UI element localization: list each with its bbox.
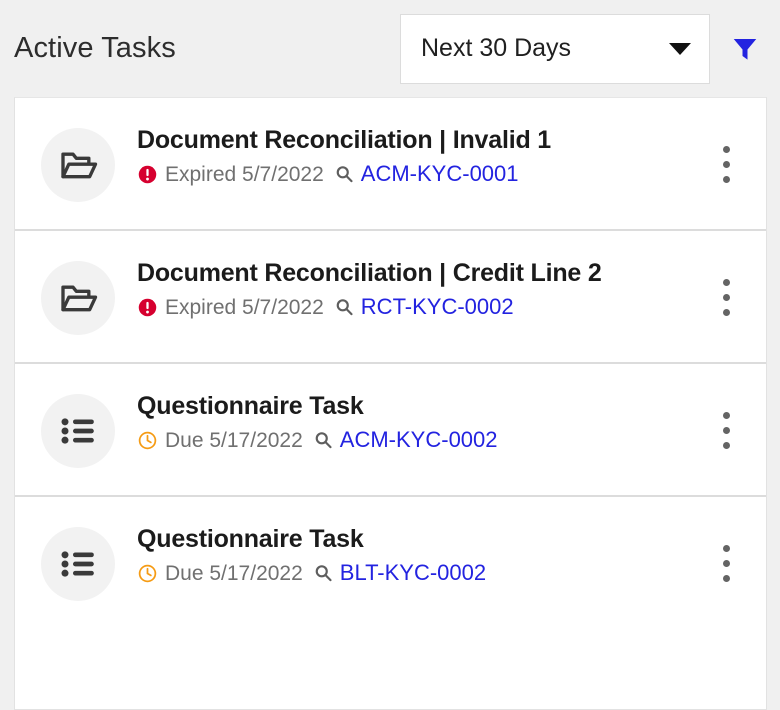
- chevron-down-icon: [669, 42, 691, 55]
- more-dot: [722, 308, 730, 316]
- magnifier-icon: [334, 297, 354, 317]
- more-dot: [722, 293, 730, 301]
- checklist-icon: [61, 418, 94, 444]
- task-reference-link[interactable]: RCT-KYC-0002: [361, 294, 514, 319]
- task-body: Document Reconciliation | Invalid 1 Expi…: [137, 120, 704, 186]
- task-body: Questionnaire Task Due 5/17/2022: [137, 386, 704, 452]
- task-reference-link[interactable]: BLT-KYC-0002: [340, 560, 486, 585]
- task-meta: Expired 5/7/2022 ACM-KYC-0001: [137, 161, 704, 186]
- task-status-text: Due 5/17/2022: [165, 561, 303, 585]
- filter-button[interactable]: [726, 29, 764, 69]
- task-more-menu-button[interactable]: [704, 402, 748, 458]
- task-row[interactable]: Questionnaire Task Due 5/17/2022: [15, 364, 766, 497]
- task-title: Questionnaire Task: [137, 525, 364, 553]
- more-dot: [722, 441, 730, 449]
- task-status-text: Expired 5/7/2022: [165, 295, 324, 319]
- active-tasks-panel: Active Tasks Next 30 Days Document Recon…: [0, 0, 780, 710]
- task-body: Document Reconciliation | Credit Line 2 …: [137, 253, 704, 319]
- more-dot: [722, 559, 730, 567]
- open-folder-icon: [61, 152, 98, 179]
- open-folder-icon: [61, 285, 98, 312]
- task-row[interactable]: Document Reconciliation | Credit Line 2 …: [15, 231, 766, 364]
- task-type-avatar: [41, 261, 115, 335]
- date-range-select[interactable]: Next 30 Days: [400, 13, 710, 84]
- task-status-text: Expired 5/7/2022: [165, 162, 324, 186]
- task-body: Questionnaire Task Due 5/17/2022: [137, 519, 704, 585]
- task-list: Document Reconciliation | Invalid 1 Expi…: [14, 97, 767, 710]
- alert-exclamation-icon: [137, 164, 158, 185]
- task-title: Document Reconciliation | Invalid 1: [137, 126, 551, 154]
- magnifier-icon: [313, 430, 333, 450]
- more-dot: [722, 411, 730, 419]
- magnifier-icon: [334, 164, 354, 184]
- task-row[interactable]: Questionnaire Task Due 5/17/2022: [15, 497, 766, 630]
- clock-icon: [137, 563, 158, 584]
- panel-header: Active Tasks Next 30 Days: [0, 0, 780, 97]
- task-more-menu-button[interactable]: [704, 136, 748, 192]
- task-reference-link[interactable]: ACM-KYC-0002: [340, 427, 498, 452]
- page-title: Active Tasks: [14, 32, 176, 64]
- task-meta: Due 5/17/2022 BLT-KYC-0002: [137, 560, 704, 585]
- more-dot: [722, 278, 730, 286]
- filter-funnel-icon: [733, 38, 757, 60]
- more-dot: [722, 145, 730, 153]
- task-reference-link[interactable]: ACM-KYC-0001: [361, 161, 519, 186]
- task-type-avatar: [41, 128, 115, 202]
- task-meta: Expired 5/7/2022 RCT-KYC-0002: [137, 294, 704, 319]
- checklist-icon: [61, 551, 94, 577]
- task-row[interactable]: Document Reconciliation | Invalid 1 Expi…: [15, 98, 766, 231]
- task-more-menu-button[interactable]: [704, 535, 748, 591]
- clock-icon: [137, 430, 158, 451]
- more-dot: [722, 160, 730, 168]
- magnifier-icon: [313, 563, 333, 583]
- more-dot: [722, 426, 730, 434]
- more-dot: [722, 175, 730, 183]
- alert-exclamation-icon: [137, 297, 158, 318]
- task-more-menu-button[interactable]: [704, 269, 748, 325]
- task-type-avatar: [41, 394, 115, 468]
- task-type-avatar: [41, 527, 115, 601]
- task-title: Document Reconciliation | Credit Line 2: [137, 259, 602, 287]
- task-status-text: Due 5/17/2022: [165, 428, 303, 452]
- more-dot: [722, 544, 730, 552]
- task-title: Questionnaire Task: [137, 392, 364, 420]
- task-meta: Due 5/17/2022 ACM-KYC-0002: [137, 427, 704, 452]
- more-dot: [722, 574, 730, 582]
- date-range-selected-value: Next 30 Days: [421, 34, 572, 62]
